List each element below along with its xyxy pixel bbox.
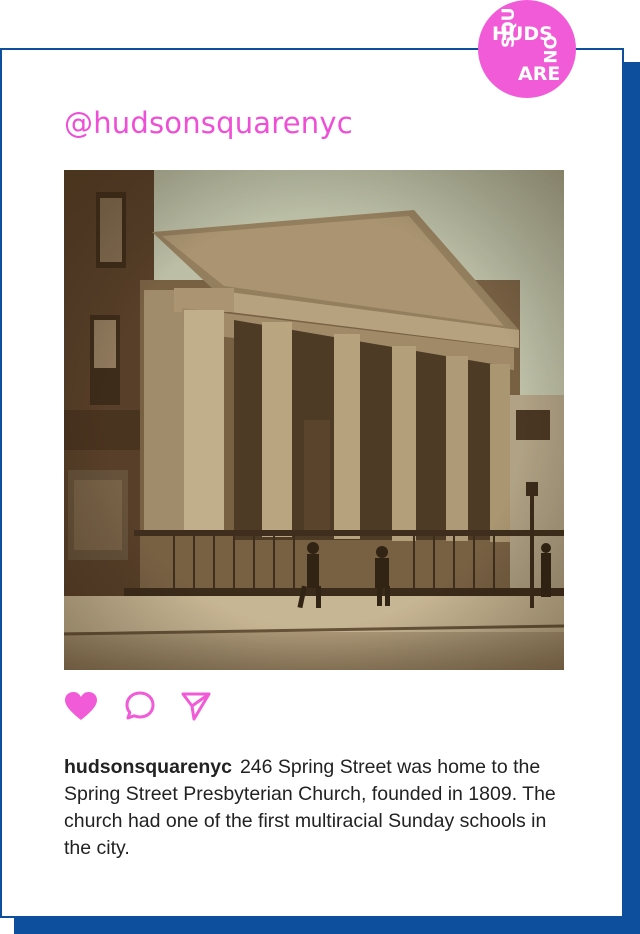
post-actions (64, 690, 212, 726)
hudson-square-logo[interactable]: HUDS ON SQU ARE (478, 0, 576, 98)
post-photo (64, 170, 564, 670)
post-caption: hudsonsquarenyc 246 Spring Street was hom… (64, 754, 564, 862)
send-icon[interactable] (180, 690, 212, 726)
logo-text-are: ARE (518, 63, 560, 85)
speech-bubble-icon[interactable] (124, 690, 156, 726)
logo-text-squ: SQU (499, 8, 519, 49)
heart-icon[interactable] (64, 691, 98, 725)
logo-text-on: ON (539, 35, 559, 64)
caption-username[interactable]: hudsonsquarenyc (64, 756, 232, 778)
post-handle[interactable]: @hudsonsquarenyc (64, 106, 353, 140)
